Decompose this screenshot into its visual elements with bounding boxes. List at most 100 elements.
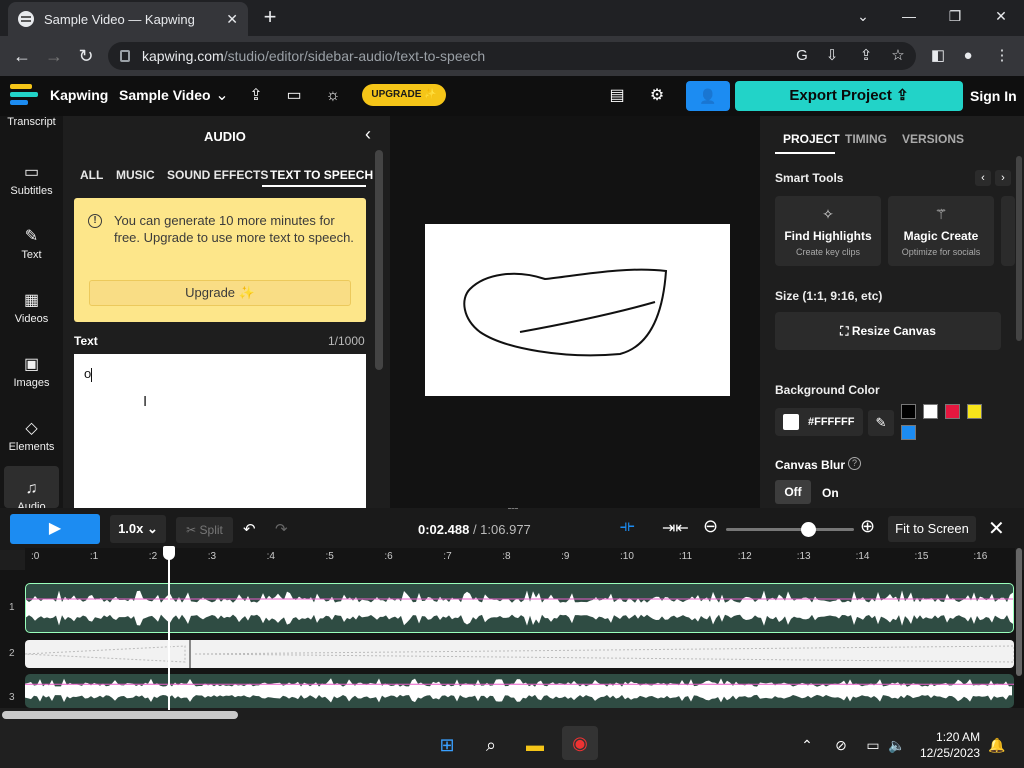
zoom-out-icon[interactable]: ⊖ <box>703 516 718 537</box>
project-name[interactable]: Sample Video <box>119 87 211 103</box>
swatch-red[interactable] <box>945 404 960 419</box>
tab-music[interactable]: MUSIC <box>116 168 155 182</box>
ruler-tick-label: :3 <box>207 551 217 562</box>
chrome-taskbar-icon[interactable]: ◉ <box>562 726 598 760</box>
bookmark-star-icon[interactable]: ☆ <box>888 46 908 66</box>
zoom-slider[interactable] <box>726 528 854 531</box>
sidebar-item-images[interactable]: ▣ Images <box>0 354 63 389</box>
file-explorer-icon[interactable]: ▬ <box>522 732 548 758</box>
panel-scrollbar[interactable] <box>375 150 383 370</box>
export-project-button[interactable]: Export Project ⇪ <box>735 81 963 111</box>
display-icon[interactable]: ▭ <box>860 732 886 758</box>
windows-start-icon[interactable]: ⊞ <box>434 732 460 758</box>
system-clock[interactable]: 1:20 AM 12/25/2023 <box>920 729 980 761</box>
swatch-blue[interactable] <box>901 425 916 440</box>
sidebar-item-text[interactable]: ✎ Text <box>0 226 63 261</box>
brand-name[interactable]: Kapwing <box>50 87 108 103</box>
sidebar-item-transcript[interactable]: Transcript <box>0 116 63 128</box>
share-page-icon[interactable]: ⇪ <box>856 46 876 66</box>
magic-create-card[interactable]: ⚚ Magic Create Optimize for socials <box>888 196 994 266</box>
chevron-left-icon[interactable]: ‹ <box>975 170 991 186</box>
split-button[interactable]: ✂ Split <box>176 517 233 543</box>
eyedropper-icon[interactable]: ✎ <box>868 410 894 436</box>
resize-handle[interactable] <box>508 508 518 510</box>
help-icon[interactable]: ? <box>848 457 861 470</box>
snap-icon[interactable]: ⟛ <box>620 518 635 536</box>
tab-versions[interactable]: VERSIONS <box>902 132 964 146</box>
partial-tool-card[interactable] <box>1001 196 1015 266</box>
fit-to-screen-button[interactable]: Fit to Screen <box>888 516 976 542</box>
audio-track-3[interactable] <box>25 674 1014 708</box>
minimize-icon[interactable]: — <box>896 5 922 27</box>
tab-close-icon[interactable]: ✕ <box>226 11 238 28</box>
find-highlights-card[interactable]: ✧ Find Highlights Create key clips <box>775 196 881 266</box>
background-color-input[interactable]: #FFFFFF <box>775 408 863 436</box>
upload-icon[interactable]: ⇪ <box>245 86 267 106</box>
chrome-menu-icon[interactable]: ⋮ <box>992 46 1012 66</box>
side-panel-icon[interactable]: ◧ <box>928 46 948 66</box>
blur-on-button[interactable]: On <box>822 486 839 500</box>
tab-project[interactable]: PROJECT <box>783 132 840 146</box>
fit-tracks-icon[interactable]: ⇥⇤ <box>662 518 689 538</box>
search-icon[interactable]: ⌕ <box>478 732 504 758</box>
ruler-tick-label: :10 <box>620 551 634 562</box>
captions-icon[interactable]: ▭ <box>283 86 305 106</box>
playhead[interactable] <box>168 548 170 710</box>
tab-all[interactable]: ALL <box>80 168 103 182</box>
playhead-handle[interactable] <box>163 546 175 560</box>
chevron-down-icon[interactable]: ⌄ <box>211 86 233 106</box>
browser-tab[interactable]: Sample Video — Kapwing ✕ <box>8 2 248 36</box>
new-tab-button[interactable]: + <box>258 6 282 30</box>
sidebar-item-subtitles[interactable]: ▭ Subtitles <box>0 162 63 197</box>
forward-icon[interactable]: → <box>42 44 66 68</box>
google-icon[interactable]: G <box>792 46 812 66</box>
settings-gear-icon[interactable]: ⚙ <box>646 86 668 106</box>
zoom-slider-handle[interactable] <box>801 522 816 537</box>
restore-icon[interactable]: ❐ <box>942 5 968 27</box>
network-icon[interactable]: ⊘ <box>828 732 854 758</box>
tab-search-icon[interactable]: ⌄ <box>850 5 876 27</box>
volume-icon[interactable]: 🔈 <box>884 732 910 758</box>
right-panel-scrollbar[interactable] <box>1016 156 1022 341</box>
back-icon[interactable]: ← <box>10 44 34 68</box>
collapse-chevron-icon[interactable]: ‹ <box>365 124 371 145</box>
comments-icon[interactable]: ▤ <box>606 86 628 106</box>
reload-icon[interactable]: ↻ <box>74 44 98 68</box>
tab-sound-effects[interactable]: SOUND EFFECTS <box>167 168 268 182</box>
notice-upgrade-button[interactable]: Upgrade ✨ <box>89 280 351 306</box>
undo-icon[interactable]: ↶ <box>243 520 256 538</box>
notification-bell-icon[interactable]: 🔔 <box>984 732 1010 758</box>
close-timeline-icon[interactable]: ✕ <box>988 516 1005 541</box>
upgrade-button[interactable]: UPGRADE ✨ <box>362 84 446 106</box>
zoom-in-icon[interactable]: ⊕ <box>860 516 875 537</box>
swatch-black[interactable] <box>901 404 916 419</box>
profile-icon[interactable]: ● <box>958 46 978 66</box>
sidebar-item-audio[interactable]: ♫ Audio <box>4 466 59 513</box>
timeline-horizontal-scrollbar[interactable] <box>2 711 238 719</box>
speed-select[interactable]: 1.0x ⌄ <box>110 515 166 543</box>
audio-track-1[interactable] <box>25 583 1014 633</box>
swatch-yellow[interactable] <box>967 404 982 419</box>
video-canvas[interactable] <box>425 224 730 396</box>
install-icon[interactable]: ⇩ <box>822 46 842 66</box>
sidebar-item-videos[interactable]: ▦ Videos <box>0 290 63 325</box>
kapwing-logo-icon[interactable] <box>10 84 40 108</box>
blur-off-button[interactable]: Off <box>775 480 811 504</box>
sidebar-item-elements[interactable]: ◇ Elements <box>0 418 63 453</box>
sign-in-link[interactable]: Sign In <box>970 88 1017 104</box>
timeline-vertical-scrollbar[interactable] <box>1016 548 1022 676</box>
play-button[interactable]: ▶ <box>10 514 100 544</box>
swatch-white[interactable] <box>923 404 938 419</box>
lightbulb-icon[interactable]: ☼ <box>322 86 344 106</box>
redo-icon[interactable]: ↷ <box>275 520 288 538</box>
tts-text-input[interactable]: o <box>74 354 366 508</box>
chevron-up-icon[interactable]: ⌃ <box>794 732 820 758</box>
resize-canvas-button[interactable]: ⛶ Resize Canvas <box>775 312 1001 350</box>
tts-track-2[interactable] <box>24 640 1015 668</box>
window-close-icon[interactable]: ✕ <box>988 5 1014 27</box>
chevron-right-icon[interactable]: › <box>995 170 1011 186</box>
background-color-label: Background Color <box>775 383 880 397</box>
add-user-button[interactable]: 👤 <box>686 81 730 111</box>
tab-text-to-speech[interactable]: TEXT TO SPEECH <box>270 168 373 182</box>
tab-timing[interactable]: TIMING <box>845 132 887 146</box>
